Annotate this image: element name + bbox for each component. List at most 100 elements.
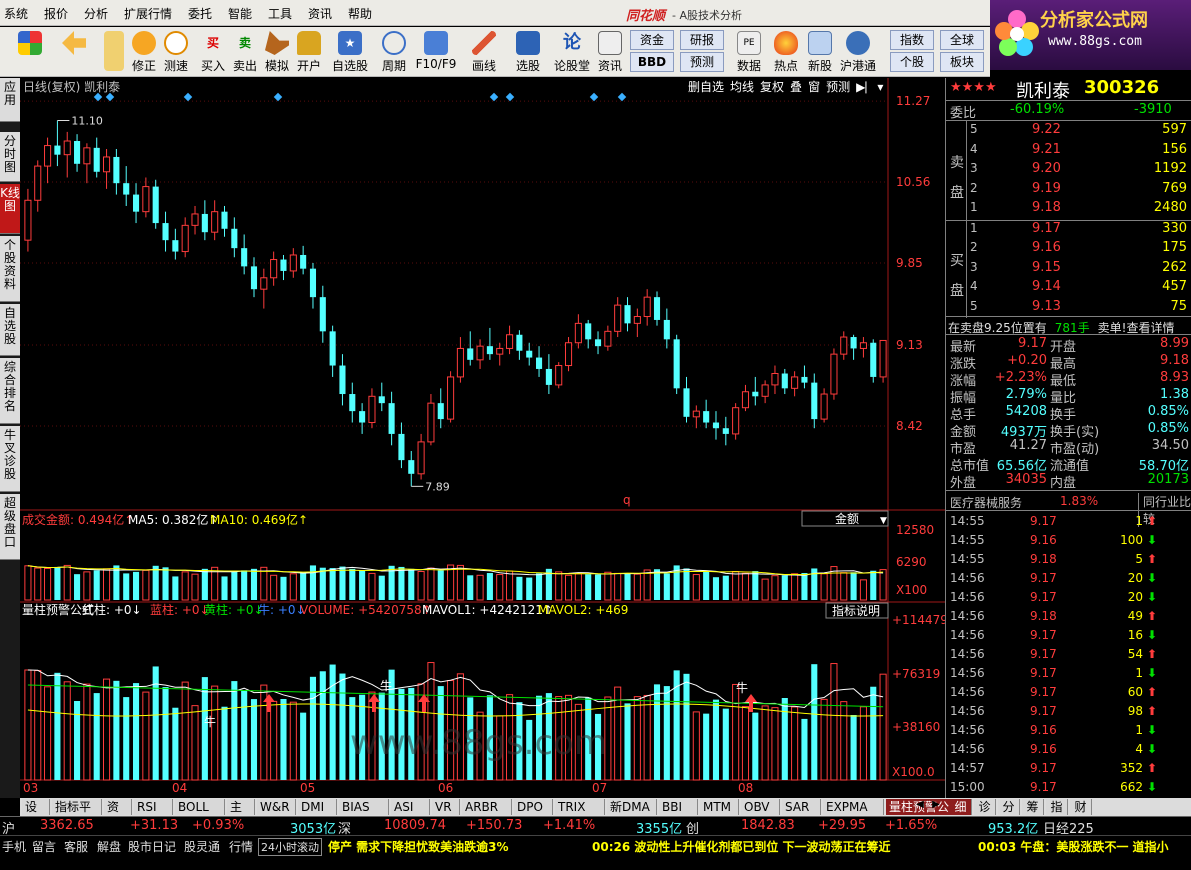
ipo-button[interactable]: 新股 — [804, 29, 836, 75]
sz-value[interactable]: 10809.74 — [384, 818, 446, 833]
tab-intraday[interactable]: 分时图 — [0, 132, 20, 182]
order-price[interactable]: 9.18 — [1032, 200, 1061, 215]
status-guling[interactable]: 股灵通 — [184, 838, 220, 855]
research-button[interactable]: 研报 — [680, 30, 724, 50]
status-24h[interactable]: 24小时滚动 — [258, 838, 322, 856]
tick-time: 14:55 — [950, 552, 985, 566]
status-market[interactable]: 行情 — [229, 838, 253, 855]
watchlist-button[interactable]: ★ 自选股 — [332, 29, 368, 75]
indicator-tab[interactable]: DPO — [514, 799, 553, 815]
news-button[interactable]: 资讯 — [594, 29, 626, 75]
menu-analysis[interactable]: 分析 — [84, 5, 108, 22]
menu-smart[interactable]: 智能 — [228, 5, 252, 22]
panel-tab[interactable]: 筹 — [1022, 799, 1044, 815]
tab-watchlist[interactable]: 自选股 — [0, 304, 20, 356]
indicator-tab[interactable]: MTM — [700, 799, 739, 815]
overlay-button[interactable]: 叠 — [790, 80, 802, 94]
speedtest-button[interactable]: 测速 — [160, 29, 192, 75]
indicator-tab[interactable]: TRIX — [555, 799, 605, 815]
order-price[interactable]: 9.22 — [1032, 122, 1061, 137]
global-button[interactable]: 全球 — [940, 30, 984, 50]
menu-quote[interactable]: 报价 — [44, 5, 68, 22]
status-service[interactable]: 客服 — [64, 838, 88, 855]
select-stock-button[interactable]: 选股 — [512, 29, 544, 75]
stock-button[interactable]: 个股 — [890, 52, 934, 72]
indicator-tab[interactable]: 指标平台 — [52, 799, 102, 830]
status-commentary[interactable]: 解盘 — [97, 838, 121, 855]
panel-tab[interactable]: 分 — [998, 799, 1020, 815]
menu-order[interactable]: 委托 — [188, 5, 212, 22]
f10-button[interactable]: F10/F9 — [416, 29, 456, 75]
sector-button[interactable]: 板块 — [940, 52, 984, 72]
forecast-button[interactable]: 预测 — [680, 52, 724, 72]
panel-tab[interactable]: 细 — [950, 799, 972, 815]
indicator-tab[interactable]: 新DMA — [607, 799, 657, 815]
indicator-tab[interactable]: BIAS — [339, 799, 389, 815]
indicator-tab[interactable]: ASI — [391, 799, 430, 815]
predict-button[interactable]: 预测 — [826, 80, 850, 94]
indicator-tab[interactable]: 主力 — [227, 799, 255, 830]
indicator-tab[interactable]: RSI — [134, 799, 173, 815]
order-price[interactable]: 9.16 — [1032, 240, 1061, 255]
bbd-button[interactable]: BBD — [630, 52, 674, 72]
sh-value[interactable]: 3362.65 — [40, 818, 94, 833]
indicator-tab[interactable]: BBI — [659, 799, 698, 815]
open-account-button[interactable]: 开户 — [293, 29, 325, 75]
news-ticker-1[interactable]: 停产 需求下降担忧致美油跌逾3% — [328, 838, 509, 855]
back-button[interactable] — [58, 29, 90, 75]
order-price[interactable]: 9.15 — [1032, 260, 1061, 275]
remove-watchlist-button[interactable]: 删自选 — [688, 80, 724, 94]
indicator-tab[interactable]: 资讯 — [104, 799, 132, 830]
tab-ranking[interactable]: 综合排名 — [0, 358, 20, 424]
news-ticker-2[interactable]: 00:26 波动性上升催化剂都已到位 下一波动荡正在筹近 — [592, 838, 891, 855]
status-mobile[interactable]: 手机 — [2, 838, 26, 855]
cy-value[interactable]: 1842.83 — [741, 818, 795, 833]
fund-button[interactable]: 资金 — [630, 30, 674, 50]
order-price[interactable]: 9.17 — [1032, 221, 1061, 236]
data-button[interactable]: PE 数据 — [733, 29, 765, 75]
forum-button[interactable]: 论 论股堂 — [554, 29, 590, 75]
ma-button[interactable]: 均线 — [730, 80, 754, 94]
hk-connect-button[interactable]: 沪港通 — [840, 29, 876, 75]
period-button[interactable]: 周期 — [378, 29, 410, 75]
order-price[interactable]: 9.19 — [1032, 181, 1061, 196]
menu-extended-market[interactable]: 扩展行情 — [124, 5, 172, 22]
panel-tab[interactable]: 财 — [1070, 799, 1092, 815]
tab-apps[interactable]: 应用 — [0, 78, 20, 122]
order-price[interactable]: 9.21 — [1032, 142, 1061, 157]
order-price[interactable]: 9.20 — [1032, 161, 1061, 176]
indicator-tab[interactable]: DMI — [298, 799, 337, 815]
tab-stock-profile[interactable]: 个股资料 — [0, 236, 20, 302]
scroll-right-icon[interactable]: ▶ — [929, 799, 943, 815]
status-diary[interactable]: 股市日记 — [128, 838, 176, 855]
indicator-tab[interactable]: VR — [432, 799, 460, 815]
news-ticker-3[interactable]: 00:03 午盘：美股涨跌不一 道指小 — [978, 838, 1169, 855]
rights-button[interactable]: 复权 — [760, 80, 784, 94]
order-price[interactable]: 9.13 — [1032, 299, 1061, 314]
menu-news[interactable]: 资讯 — [308, 5, 332, 22]
menu-system[interactable]: 系统 — [4, 5, 28, 22]
draw-line-button[interactable]: 画线 — [468, 29, 500, 75]
window-button[interactable]: 窗 — [808, 80, 820, 94]
menu-help[interactable]: 帮助 — [348, 5, 372, 22]
panel-tab[interactable]: 诊 — [974, 799, 996, 815]
scroll-left-icon[interactable]: ◀ — [913, 799, 927, 815]
windows-button[interactable] — [14, 29, 46, 75]
indicator-tab[interactable]: SAR — [782, 799, 821, 815]
tab-kline[interactable]: K线图 — [0, 184, 20, 234]
indicator-tab[interactable]: ARBR — [462, 799, 512, 815]
tab-diagnosis[interactable]: 牛叉诊股 — [0, 426, 20, 492]
indicator-tab[interactable]: EXPMA — [823, 799, 884, 815]
indicator-tab[interactable]: BOLL — [175, 799, 225, 815]
status-message[interactable]: 留言 — [32, 838, 56, 855]
indicator-tab[interactable]: 设置 — [22, 799, 50, 830]
tab-super-level[interactable]: 超级盘口 — [0, 494, 20, 560]
menu-tools[interactable]: 工具 — [268, 5, 292, 22]
expand-icon[interactable]: ▶⎸▾ — [856, 80, 883, 94]
amount-bar — [585, 574, 592, 600]
index-button[interactable]: 指数 — [890, 30, 934, 50]
panel-tab[interactable]: 指 — [1046, 799, 1068, 815]
indicator-tab[interactable]: OBV — [741, 799, 780, 815]
order-price[interactable]: 9.14 — [1032, 279, 1061, 294]
indicator-tab[interactable]: W&R — [257, 799, 296, 815]
